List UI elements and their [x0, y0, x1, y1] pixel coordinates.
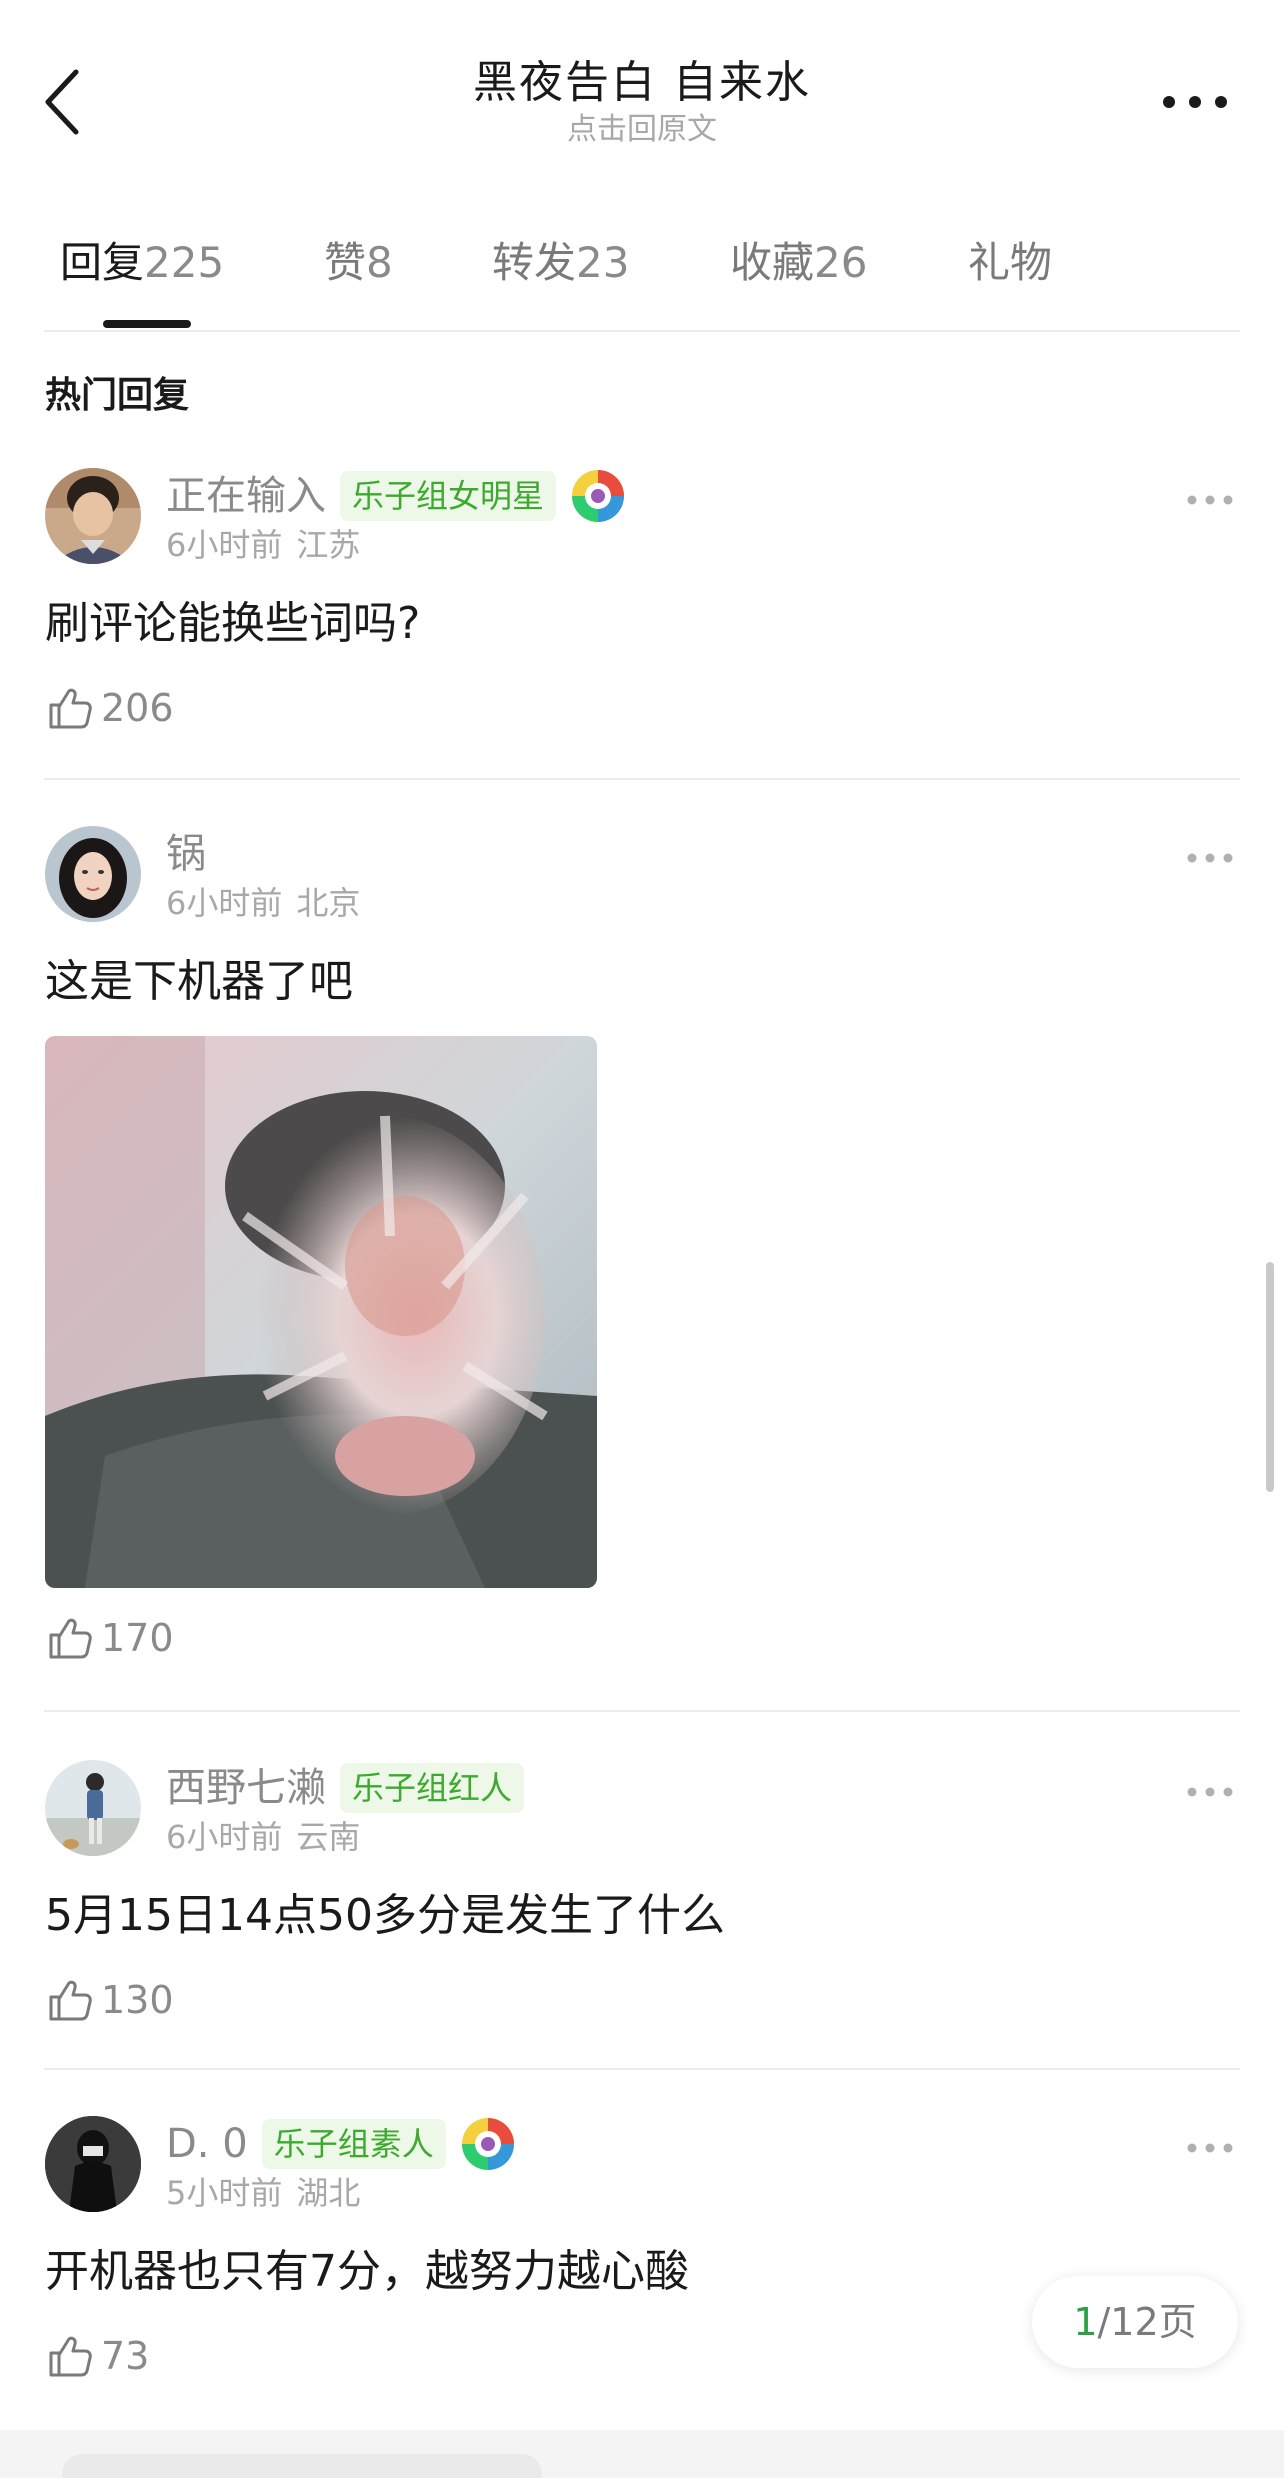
- comment-text: 这是下机器了吧: [45, 956, 353, 1007]
- medal-icon: [572, 470, 625, 522]
- pagination-button[interactable]: 1/12页: [1032, 2276, 1238, 2368]
- more-options-button[interactable]: [1160, 82, 1230, 122]
- like-button[interactable]: 130: [45, 1972, 174, 2028]
- user-row: 锅: [166, 826, 206, 882]
- username[interactable]: D. 0: [166, 2116, 248, 2172]
- avatar-image: [45, 826, 141, 922]
- back-to-original-link[interactable]: 点击回原文: [0, 111, 1284, 149]
- user-row: 正在输入 乐子组女明星: [166, 468, 626, 524]
- title-block: 黑夜告白 自来水 点击回原文: [0, 55, 1284, 149]
- tab-likes[interactable]: 赞8: [324, 235, 393, 291]
- comment-more-icon[interactable]: [1186, 2138, 1234, 2158]
- comment-meta: 5小时前 湖北: [166, 2172, 360, 2214]
- like-button[interactable]: 206: [45, 680, 174, 736]
- tab-label: 礼物: [968, 238, 1053, 287]
- avatar[interactable]: [45, 468, 141, 564]
- comment-meta: 6小时前 云南: [166, 1816, 360, 1858]
- avatar[interactable]: [45, 826, 141, 922]
- comment-more-icon[interactable]: [1186, 490, 1234, 510]
- user-badge: 乐子组红人: [340, 1763, 525, 1813]
- location: 江苏: [296, 526, 361, 564]
- thumbs-up-icon: [49, 1618, 92, 1659]
- tab-label: 回复: [60, 238, 145, 287]
- time: 5小时前: [166, 2174, 283, 2212]
- avatar[interactable]: [45, 2116, 141, 2212]
- avatar-image: [45, 468, 141, 564]
- tab-gifts[interactable]: 礼物: [968, 235, 1052, 291]
- user-row: 西野七濑 乐子组红人: [166, 1760, 525, 1816]
- tab-label: 赞: [324, 238, 367, 287]
- divider: [44, 1710, 1240, 1712]
- like-button[interactable]: 73: [45, 2328, 149, 2384]
- comment-more-icon[interactable]: [1186, 848, 1234, 868]
- section-title: 热门回复: [45, 375, 190, 416]
- comment-text: 5月15日14点50多分是发生了什么: [45, 1890, 725, 1941]
- divider: [44, 330, 1240, 332]
- user-badge: 乐子组女明星: [340, 471, 557, 521]
- like-count: 130: [101, 1978, 174, 2022]
- location: 湖北: [296, 2174, 361, 2212]
- avatar-image: [45, 2116, 141, 2212]
- comment-item: 西野七濑 乐子组红人 6小时前 云南 5月15日14点50多分是发生了什么 130: [0, 1754, 1284, 2070]
- like-button[interactable]: 170: [45, 1610, 174, 1666]
- tab-favorites[interactable]: 收藏26: [730, 235, 867, 291]
- total-pages: /12页: [1097, 2300, 1197, 2344]
- current-page: 1: [1073, 2300, 1098, 2344]
- tab-count: 23: [576, 238, 630, 287]
- tab-count: 26: [814, 238, 868, 287]
- user-row: D. 0 乐子组素人: [166, 2116, 516, 2172]
- thumbs-up-icon: [49, 2336, 92, 2377]
- avatar[interactable]: [45, 1760, 141, 1856]
- thumbs-up-icon: [49, 1980, 92, 2021]
- user-badge: 乐子组素人: [261, 2119, 446, 2169]
- comment-meta: 6小时前 北京: [166, 882, 360, 924]
- location: 云南: [296, 1818, 361, 1856]
- comment-more-icon[interactable]: [1186, 1782, 1234, 1802]
- divider: [44, 2068, 1240, 2070]
- comment-image[interactable]: [45, 1036, 597, 1588]
- avatar-image: [45, 1760, 141, 1856]
- location: 北京: [296, 884, 361, 922]
- tab-label: 收藏: [730, 238, 815, 287]
- active-tab-indicator: [103, 320, 191, 328]
- comment-item: 锅 6小时前 北京 这是下机器了吧 170: [0, 820, 1284, 1710]
- comment-text: 刷评论能换些词吗?: [45, 598, 421, 649]
- comment-text: 开机器也只有7分，越努力越心酸: [45, 2246, 689, 2297]
- comment-meta: 6小时前 江苏: [166, 524, 360, 566]
- tab-bar: 回复225 赞8 转发23 收藏26 礼物: [0, 215, 1284, 330]
- tab-reposts[interactable]: 转发23: [492, 235, 629, 291]
- top-bar: 黑夜告白 自来水 点击回原文: [0, 0, 1284, 170]
- medal-icon: [461, 2118, 514, 2170]
- comment-item: 正在输入 乐子组女明星 6小时前 江苏 刷评论能换些词吗? 206: [0, 462, 1284, 780]
- like-count: 73: [101, 2334, 150, 2378]
- attached-photo: [45, 1036, 597, 1588]
- more-dots-icon: [1163, 96, 1227, 108]
- reply-input[interactable]: [62, 2454, 542, 2478]
- tab-count: 8: [366, 238, 393, 287]
- time: 6小时前: [166, 884, 283, 922]
- tab-count: 225: [144, 238, 225, 287]
- like-count: 206: [101, 686, 174, 730]
- username[interactable]: 正在输入: [166, 468, 326, 524]
- scrollbar[interactable]: [1266, 1262, 1274, 1492]
- page-title: 黑夜告白 自来水: [473, 57, 811, 108]
- thumbs-up-icon: [49, 688, 92, 729]
- time: 6小时前: [166, 1818, 283, 1856]
- comment-item: D. 0 乐子组素人 5小时前 湖北 开机器也只有7分，越努力越心酸 73: [0, 2110, 1284, 2430]
- like-count: 170: [101, 1616, 174, 1660]
- tab-label: 转发: [492, 238, 577, 287]
- divider: [44, 778, 1240, 780]
- time: 6小时前: [166, 526, 283, 564]
- username[interactable]: 锅: [166, 826, 206, 882]
- username[interactable]: 西野七濑: [166, 1760, 326, 1816]
- tab-replies[interactable]: 回复225: [60, 235, 224, 291]
